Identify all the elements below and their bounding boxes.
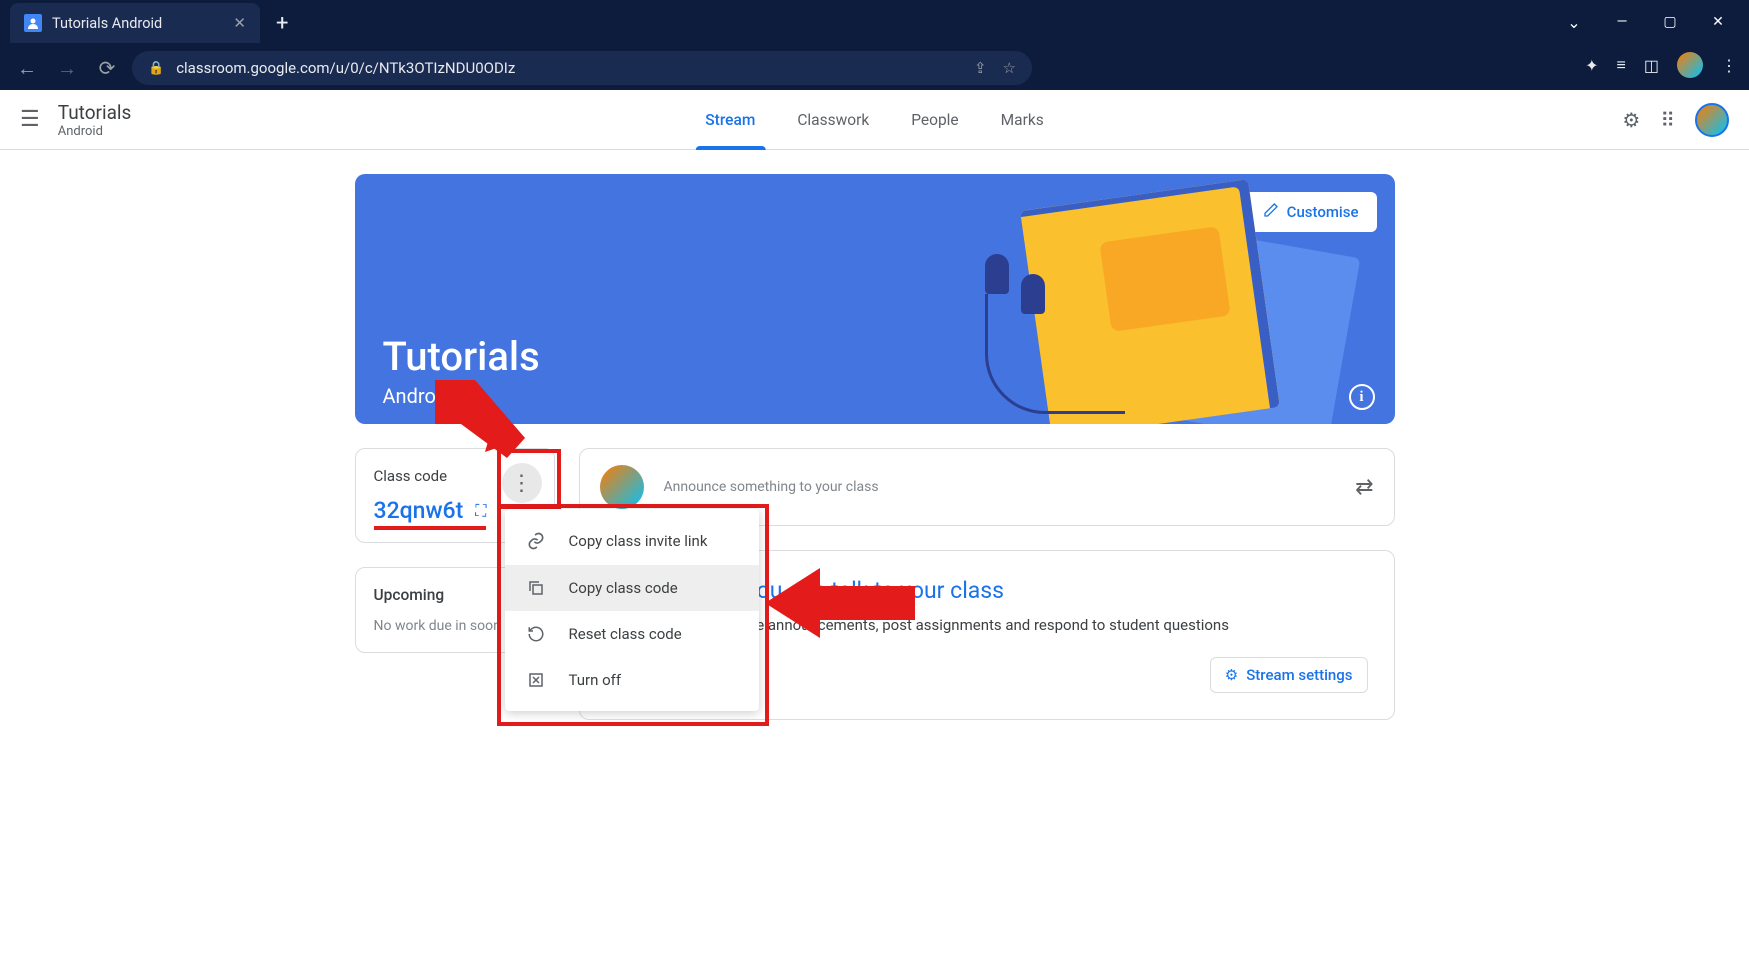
side-panel-icon[interactable]: ◫ xyxy=(1644,56,1659,75)
address-row: ← → ⟳ 🔒 classroom.google.com/u/0/c/NTk3O… xyxy=(0,46,1749,90)
banner-subtitle: Android xyxy=(383,384,453,408)
gear-icon: ⚙ xyxy=(1225,666,1238,684)
share-icon[interactable]: ⇪ xyxy=(974,59,987,77)
reading-list-icon[interactable]: ≡ xyxy=(1617,55,1626,75)
class-name: Tutorials xyxy=(58,101,132,124)
tab-favicon xyxy=(24,14,42,32)
menu-item-label: Copy class code xyxy=(569,579,678,597)
reset-icon xyxy=(525,625,547,643)
nav-tabs: Stream Classwork People Marks xyxy=(705,90,1043,149)
banner-title: Tutorials xyxy=(383,333,540,380)
tab-marks[interactable]: Marks xyxy=(1001,90,1044,149)
menu-reset-class-code[interactable]: Reset class code xyxy=(505,611,759,657)
account-avatar[interactable] xyxy=(1695,103,1729,137)
class-banner: Customise Tutorials Android i xyxy=(355,174,1395,424)
tab-stream[interactable]: Stream xyxy=(705,90,755,149)
tab-classwork[interactable]: Classwork xyxy=(797,90,869,149)
tab-search-icon[interactable]: ⌄ xyxy=(1551,6,1597,38)
settings-gear-icon[interactable]: ⚙ xyxy=(1622,108,1640,132)
apps-grid-icon[interactable]: ⠿ xyxy=(1660,108,1675,132)
content-area: Customise Tutorials Android i Class code… xyxy=(0,150,1749,744)
class-section: Android xyxy=(58,124,132,139)
lock-icon: 🔒 xyxy=(148,61,164,76)
tab-bar: Tutorials Android ✕ + xyxy=(0,0,1749,46)
menu-item-label: Copy class invite link xyxy=(569,532,708,550)
forward-button[interactable]: → xyxy=(52,56,82,81)
stream-settings-label: Stream settings xyxy=(1246,666,1352,684)
url-text: classroom.google.com/u/0/c/NTk3OTIzNDU0O… xyxy=(176,59,515,77)
class-code-menu: Copy class invite link Copy class code R… xyxy=(505,509,759,711)
back-button[interactable]: ← xyxy=(12,56,42,81)
tab-close-icon[interactable]: ✕ xyxy=(233,14,246,32)
maximize-button[interactable]: ▢ xyxy=(1647,6,1693,38)
app-header: ☰ Tutorials Android Stream Classwork Peo… xyxy=(0,90,1749,150)
tab-people[interactable]: People xyxy=(911,90,958,149)
browser-chrome: Tutorials Android ✕ + ⌄ — ▢ ✕ ← → ⟳ 🔒 cl… xyxy=(0,0,1749,90)
banner-illustration xyxy=(965,174,1325,424)
menu-item-label: Reset class code xyxy=(569,625,682,643)
annotation-underline xyxy=(374,526,486,530)
extensions-icon[interactable]: ✦ xyxy=(1585,56,1598,75)
menu-copy-class-code[interactable]: Copy class code xyxy=(505,565,759,611)
info-icon[interactable]: i xyxy=(1349,384,1375,410)
close-window-button[interactable]: ✕ xyxy=(1695,6,1741,38)
announce-avatar xyxy=(600,465,644,509)
minimize-button[interactable]: — xyxy=(1599,6,1645,38)
copy-icon xyxy=(525,579,547,597)
class-code-more-button[interactable]: ⋮ xyxy=(502,463,542,503)
reuse-post-icon[interactable]: ⇄ xyxy=(1355,475,1373,500)
new-tab-button[interactable]: + xyxy=(276,11,288,36)
url-bar[interactable]: 🔒 classroom.google.com/u/0/c/NTk3OTIzNDU… xyxy=(132,51,1032,85)
reload-button[interactable]: ⟳ xyxy=(92,56,122,80)
fullscreen-code-icon[interactable]: ⛶ xyxy=(475,501,486,521)
menu-item-label: Turn off xyxy=(569,671,622,689)
stream-settings-button[interactable]: ⚙ Stream settings xyxy=(1210,657,1368,693)
off-icon xyxy=(525,671,547,689)
class-info[interactable]: Tutorials Android xyxy=(58,101,132,139)
profile-avatar[interactable] xyxy=(1677,52,1703,78)
menu-turn-off[interactable]: Turn off xyxy=(505,657,759,703)
class-code-value: 32qnw6t xyxy=(374,497,464,524)
tab-title: Tutorials Android xyxy=(52,15,223,32)
menu-copy-invite-link[interactable]: Copy class invite link xyxy=(505,517,759,565)
link-icon xyxy=(525,531,547,551)
window-controls: ⌄ — ▢ ✕ xyxy=(1551,6,1741,38)
browser-menu-icon[interactable]: ⋮ xyxy=(1721,56,1737,75)
announce-placeholder: Announce something to your class xyxy=(664,479,1336,495)
main-menu-icon[interactable]: ☰ xyxy=(20,107,40,132)
browser-tab[interactable]: Tutorials Android ✕ xyxy=(10,3,260,43)
bookmark-icon[interactable]: ☆ xyxy=(1003,59,1016,77)
